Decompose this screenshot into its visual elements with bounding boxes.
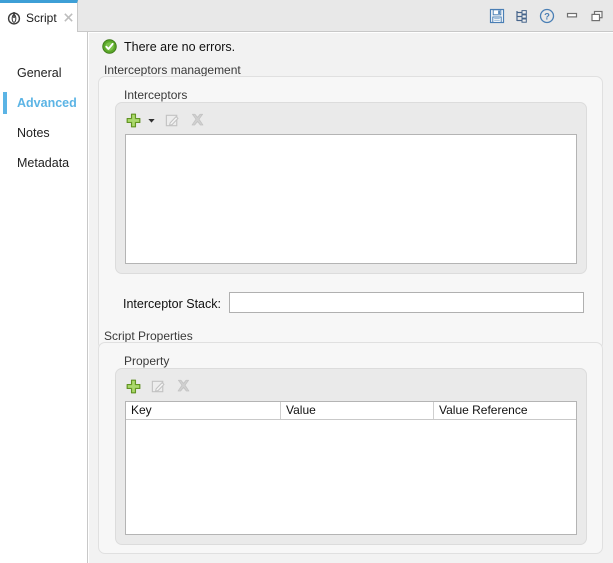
- sidebar-item-metadata[interactable]: Metadata: [0, 148, 87, 178]
- sidebar-item-notes[interactable]: Notes: [0, 118, 87, 148]
- status-text: There are no errors.: [124, 40, 235, 54]
- column-header-key[interactable]: Key: [126, 402, 281, 419]
- hierarchy-icon[interactable]: [514, 8, 530, 24]
- property-subpanel-title: Property: [124, 354, 169, 368]
- edit-icon: [164, 112, 181, 129]
- sidebar-item-general[interactable]: General: [0, 58, 87, 88]
- add-icon[interactable]: [125, 112, 142, 129]
- chevron-down-icon[interactable]: [147, 116, 156, 125]
- add-icon[interactable]: [125, 378, 142, 395]
- sidebar-item-label: Notes: [17, 126, 50, 140]
- save-icon[interactable]: [489, 8, 505, 24]
- property-table[interactable]: Key Value Value Reference: [125, 401, 577, 535]
- success-check-icon: [102, 39, 117, 54]
- interceptor-stack-label: Interceptor Stack:: [123, 297, 221, 311]
- svg-text:?: ?: [544, 12, 550, 23]
- help-icon[interactable]: ?: [539, 8, 555, 24]
- interceptors-management-title: Interceptors management: [104, 63, 241, 77]
- window-tools: ?: [489, 0, 609, 32]
- interceptors-list[interactable]: [125, 134, 577, 264]
- interceptor-stack-input[interactable]: [229, 292, 584, 313]
- minimize-icon[interactable]: [564, 8, 580, 24]
- close-icon[interactable]: [63, 12, 74, 23]
- delete-icon: [189, 112, 206, 129]
- sidebar-nav: General Advanced Notes Metadata: [0, 32, 88, 563]
- script-editor-window: Script: [0, 0, 613, 563]
- sidebar-item-label: General: [17, 66, 61, 80]
- edit-icon: [150, 378, 167, 395]
- column-header-value-reference[interactable]: Value Reference: [434, 402, 576, 419]
- interceptors-toolbar: [125, 112, 206, 129]
- tab-label: Script: [26, 11, 57, 25]
- tab-script[interactable]: Script: [0, 0, 78, 32]
- script-plug-icon: [7, 11, 21, 25]
- property-table-header: Key Value Value Reference: [126, 402, 576, 420]
- script-properties-title: Script Properties: [104, 329, 193, 343]
- delete-icon: [175, 378, 192, 395]
- advanced-settings-pane: There are no errors. Interceptors manage…: [89, 33, 613, 563]
- column-header-value[interactable]: Value: [281, 402, 434, 419]
- sidebar-item-label: Metadata: [17, 156, 69, 170]
- sidebar-item-advanced[interactable]: Advanced: [0, 88, 87, 118]
- property-toolbar: [125, 378, 192, 395]
- validation-status: There are no errors.: [102, 39, 235, 54]
- restore-icon[interactable]: [589, 8, 605, 24]
- title-bar: Script: [0, 0, 613, 32]
- sidebar-item-label: Advanced: [17, 96, 77, 110]
- interceptors-subpanel-title: Interceptors: [124, 88, 187, 102]
- property-table-body[interactable]: [126, 420, 576, 534]
